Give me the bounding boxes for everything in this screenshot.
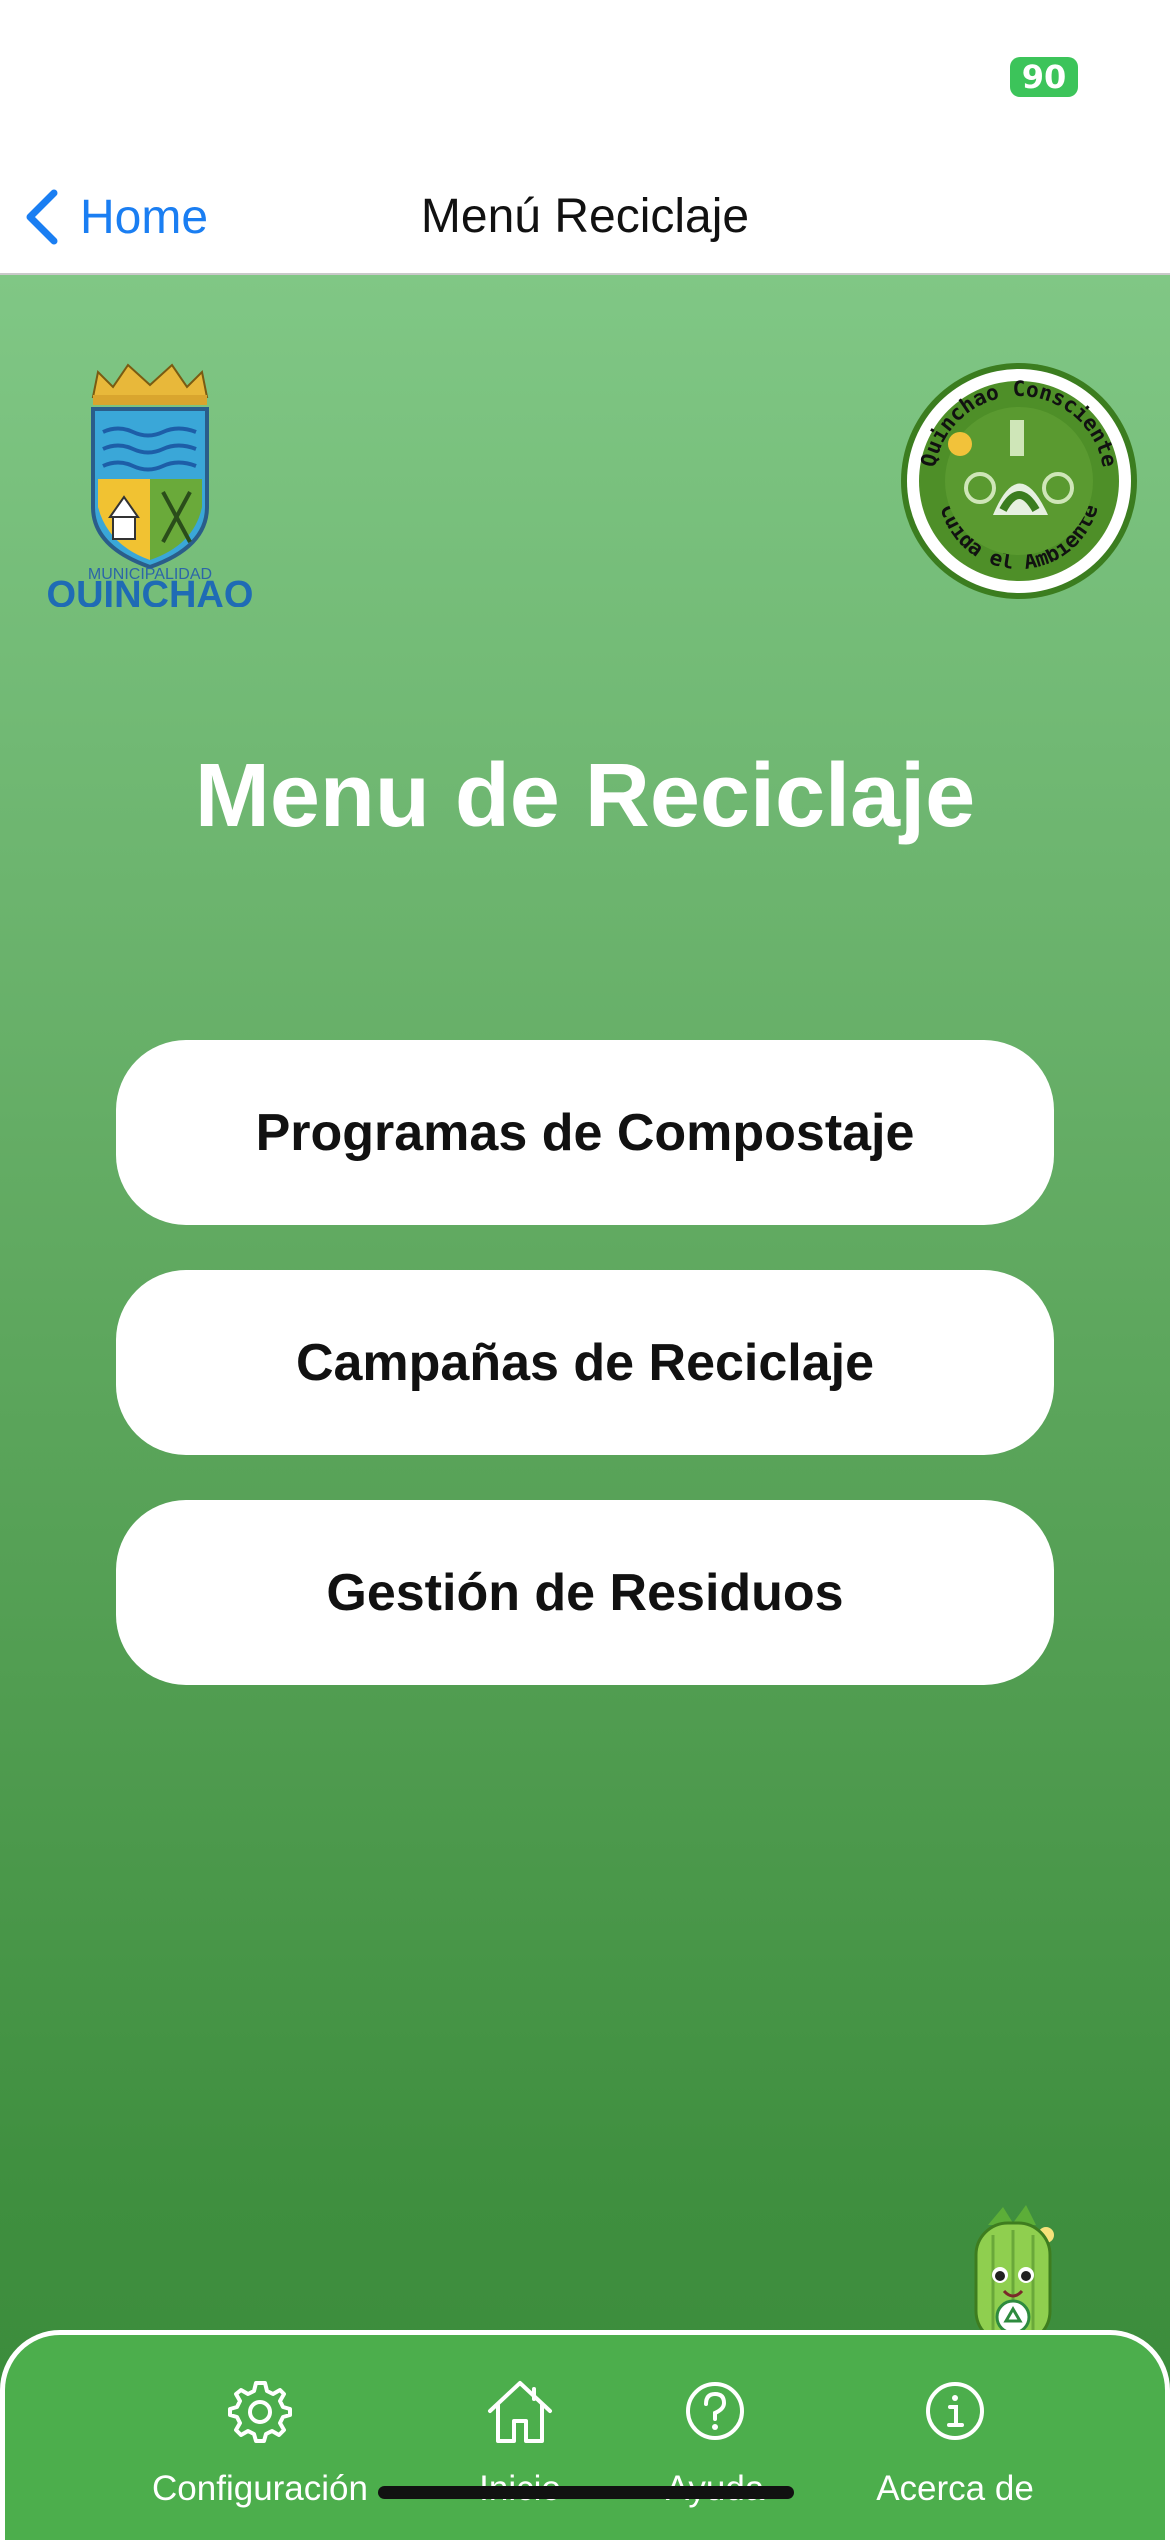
tab-bar: Configuración Inicio Ayuda Acerca de	[0, 2330, 1170, 2540]
municipality-logo: MUNICIPALIDAD QUINCHAO	[47, 363, 254, 607]
municipality-logo-caption: QUINCHAO	[47, 574, 254, 607]
main-content: MUNICIPALIDAD QUINCHAO Quinchao Conscien…	[0, 275, 1170, 2532]
tab-acerca-de-label: Acerca de	[876, 2469, 1034, 2508]
page-title: Menu de Reciclaje	[194, 746, 976, 846]
gear-icon	[228, 2381, 292, 2443]
help-icon	[686, 2382, 744, 2440]
battery-level: 90	[1021, 58, 1067, 96]
navigation-bar: Home Menú Reciclaje	[0, 160, 1170, 275]
recycling-campaigns-button[interactable]: Campañas de Reciclaje	[116, 1270, 1054, 1455]
tab-configuracion[interactable]: Configuración	[135, 2375, 385, 2509]
tab-configuracion-label: Configuración	[152, 2469, 368, 2508]
info-icon	[926, 2382, 984, 2440]
status-bar: 90	[0, 0, 1170, 160]
home-indicator[interactable]	[378, 2486, 794, 2499]
tab-acerca-de[interactable]: Acerca de	[855, 2375, 1055, 2509]
nav-title: Menú Reciclaje	[420, 190, 750, 243]
quinchao-consciente-logo: Quinchao Consciente Cuida el Ambiente	[901, 363, 1137, 599]
compost-programs-button[interactable]: Programas de Compostaje	[116, 1040, 1054, 1225]
battery-indicator: 90	[1010, 57, 1078, 97]
waste-management-button[interactable]: Gestión de Residuos	[116, 1500, 1054, 1685]
home-icon	[488, 2381, 552, 2443]
